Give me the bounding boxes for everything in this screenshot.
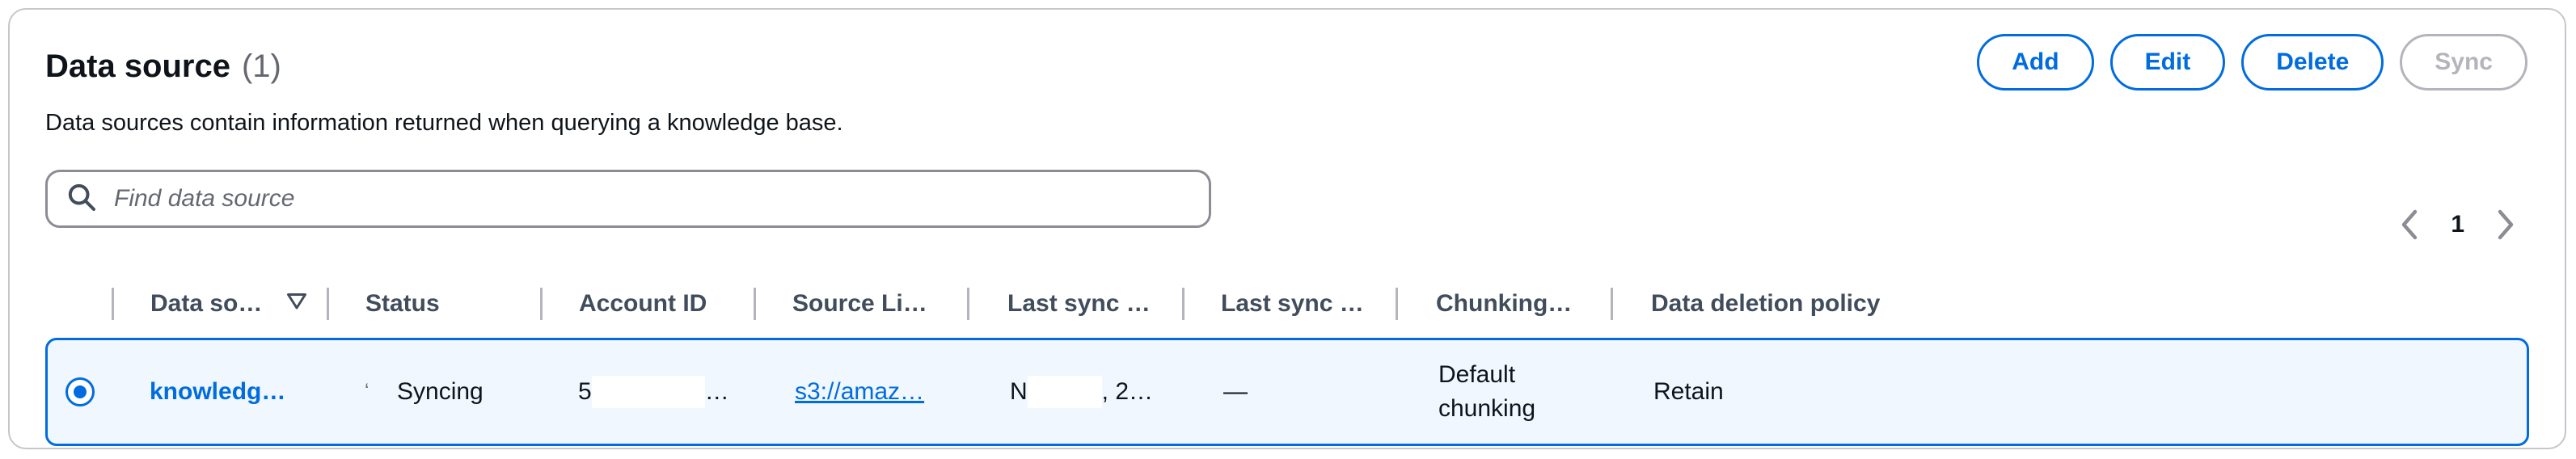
column-header-last-sync-time[interactable]: Last sync … xyxy=(1007,281,1151,326)
syncing-icon: ʻ xyxy=(365,381,370,402)
column-header-last-sync-status[interactable]: Last sync … xyxy=(1221,281,1364,326)
sort-down-icon[interactable] xyxy=(262,288,309,319)
column-divider xyxy=(327,288,329,320)
search-box[interactable] xyxy=(45,170,1211,228)
page-number[interactable]: 1 xyxy=(2451,211,2464,238)
table-row[interactable]: knowledg… ʻ Syncing 5 … s3://amaz… N , 2… xyxy=(45,338,2529,446)
panel-header: Data source (1) xyxy=(45,48,281,85)
account-id-cell: 5 … xyxy=(578,340,729,444)
chunking-cell: Default chunking xyxy=(1438,361,1536,422)
row-select-radio[interactable] xyxy=(65,340,95,444)
column-divider xyxy=(540,288,543,320)
panel-title: Data source xyxy=(45,48,230,84)
sync-button[interactable]: Sync xyxy=(2400,34,2527,91)
column-divider xyxy=(1611,288,1613,320)
column-header-deletion-policy[interactable]: Data deletion policy xyxy=(1651,281,1880,326)
data-source-panel: Data source (1) Data sources contain inf… xyxy=(8,8,2566,449)
add-button[interactable]: Add xyxy=(1977,34,2094,91)
delete-button[interactable]: Delete xyxy=(2241,34,2384,91)
column-header-chunking[interactable]: Chunking… xyxy=(1436,281,1572,326)
status-text: Syncing xyxy=(397,378,484,405)
panel-description: Data sources contain information returne… xyxy=(45,110,843,136)
deletion-policy-cell: Retain xyxy=(1653,378,1724,405)
status-cell: ʻ Syncing xyxy=(365,340,484,444)
redacted-block xyxy=(1027,376,1102,408)
column-divider xyxy=(967,288,969,320)
search-input[interactable] xyxy=(112,184,1167,213)
column-header-data-source[interactable]: Data so… xyxy=(150,281,309,326)
pagination: 1 xyxy=(2397,208,2518,241)
column-divider xyxy=(754,288,756,320)
source-link-cell[interactable]: s3://amaz… xyxy=(795,340,924,444)
column-divider xyxy=(112,288,114,320)
edit-button[interactable]: Edit xyxy=(2109,34,2226,91)
column-divider xyxy=(1396,288,1398,320)
table-header: Data so… Status Account ID Source Li… La… xyxy=(10,281,2565,326)
last-sync-status-cell: — xyxy=(1223,378,1248,405)
column-header-status[interactable]: Status xyxy=(365,281,440,326)
data-source-name-link[interactable]: knowledg… xyxy=(150,340,285,444)
redacted-block xyxy=(591,376,705,408)
chevron-left-icon[interactable] xyxy=(2397,208,2423,241)
column-divider xyxy=(1182,288,1185,320)
action-buttons: Add Edit Delete Sync xyxy=(1977,34,2527,91)
source-link[interactable]: s3://amaz… xyxy=(795,378,924,406)
last-sync-time-cell: N , 2… xyxy=(1010,340,1153,444)
column-header-account-id[interactable]: Account ID xyxy=(579,281,707,326)
chevron-right-icon[interactable] xyxy=(2492,208,2518,241)
column-header-source-link[interactable]: Source Li… xyxy=(792,281,927,326)
search-icon xyxy=(65,181,98,217)
item-count: (1) xyxy=(241,48,281,84)
